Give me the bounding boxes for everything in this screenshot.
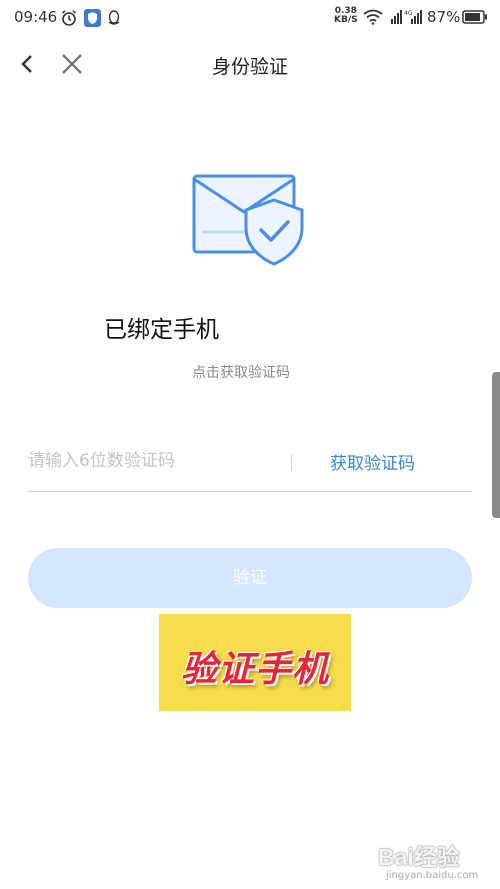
network-speed-unit: KB/S [334,15,358,25]
hint-text: 点击获取验证码 [192,365,290,381]
watermark-url: jingyan.baidu.com [386,870,479,881]
input-divider [291,455,292,471]
envelope-shield-icon [192,174,304,266]
watermark: Bai经验 jingyan.baidu.com [366,838,496,888]
input-underline [28,491,472,492]
security-app-icon [84,9,101,27]
qq-penguin-icon [108,10,120,25]
page-title: 身份验证 [211,56,288,78]
cellular-signal-icon: 4G [391,10,422,24]
verify-button[interactable]: 验证 [28,548,472,608]
edge-scroll-handle[interactable] [492,372,500,518]
get-code-button[interactable]: 获取验证码 [330,449,415,474]
watermark-brand: Bai经验 [378,844,460,870]
verification-code-input[interactable] [28,445,283,477]
status-time: 09:46 [14,8,58,26]
status-bar: 09:46 0.38 KB/S 4G 87% [0,0,500,36]
wifi-icon [363,9,383,25]
overlay-banner: 验证手机 [159,614,351,711]
overlay-banner-text: 验证手机 [180,649,329,690]
alarm-clock-icon [61,10,77,26]
svg-text:4G: 4G [404,10,413,17]
network-speed: 0.38 KB/S [334,7,358,25]
battery-percent: 87% [427,8,461,26]
navigation-bar: 身份验证 [0,40,500,86]
bound-phone-label: 已绑定手机 [104,317,219,343]
battery-icon [462,10,487,24]
